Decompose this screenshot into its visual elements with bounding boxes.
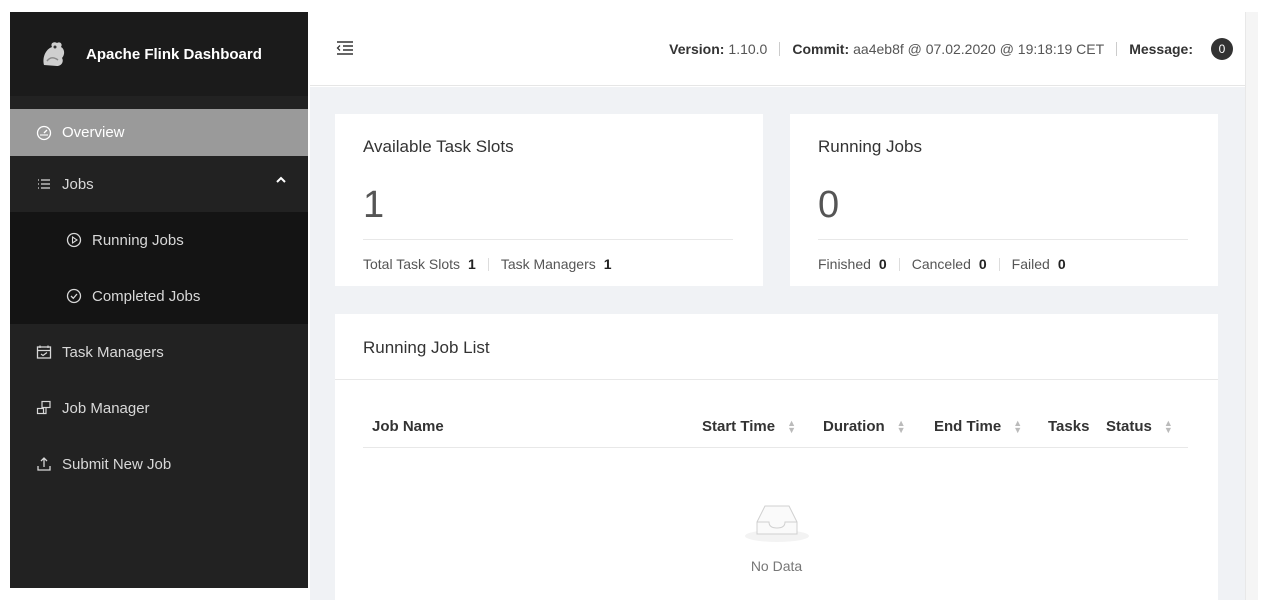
sidebar-item-label: Submit New Job (62, 455, 172, 473)
card-title: Available Task Slots (363, 137, 514, 156)
available-slots-value: 1 (363, 184, 385, 226)
running-jobs-card: Running Jobs 0 Finished 0 Canceled 0 Fai… (790, 114, 1218, 286)
failed-value: 0 (1057, 256, 1066, 272)
divider (898, 257, 900, 271)
sidebar-item-label: Overview (62, 124, 125, 141)
column-header-tasks: Tasks (1048, 418, 1089, 435)
sidebar-item-overview[interactable]: Overview (10, 109, 308, 156)
commit-value: aa4eb8f @ 07.02.2020 @ 19:18:19 CET (853, 41, 1105, 57)
divider (363, 239, 733, 240)
play-circle-icon (66, 232, 82, 248)
chevron-up-icon[interactable] (276, 176, 286, 184)
sidebar-item-label: Job Manager (62, 399, 150, 417)
finished-label: Finished (818, 256, 871, 272)
list-icon (38, 179, 50, 189)
divider (998, 257, 1000, 271)
task-managers-value: 1 (603, 256, 612, 272)
column-label: Tasks (1048, 418, 1090, 435)
column-label: Job Name (372, 418, 444, 435)
check-circle-icon (66, 288, 82, 304)
jobs-submenu: Running Jobs Completed Jobs (10, 212, 308, 324)
running-jobs-value: 0 (818, 184, 840, 226)
total-task-slots-label: Total Task Slots (363, 256, 461, 272)
divider (779, 42, 781, 56)
table-header: Job Name Start Time ▲ ▼ Duration ▲ ▼ End T… (363, 410, 1188, 448)
sidebar-item-label: Running Jobs (92, 231, 184, 249)
cluster-icon (36, 400, 51, 415)
column-label: Status (1106, 418, 1152, 435)
message-count-badge[interactable]: 0 (1211, 38, 1233, 60)
empty-state: No Data (335, 494, 1218, 574)
sort-icon[interactable]: ▲ ▼ (897, 418, 906, 434)
menu-fold-icon[interactable] (336, 40, 354, 56)
sidebar: Apache Flink Dashboard Overview Jobs Run… (10, 12, 308, 588)
column-header-start-time[interactable]: Start Time ▲ ▼ (702, 418, 796, 435)
sort-icon[interactable]: ▲ ▼ (787, 418, 796, 434)
running-job-list-card: Running Job List Job Name Start Time ▲ ▼ … (335, 314, 1218, 600)
divider (487, 257, 489, 271)
finished-value: 0 (878, 256, 887, 272)
canceled-value: 0 (978, 256, 987, 272)
column-label: Duration (823, 418, 885, 435)
sidebar-item-label: Task Managers (62, 343, 164, 361)
sort-icon[interactable]: ▲ ▼ (1013, 418, 1022, 434)
sidebar-item-jobs[interactable]: Jobs (10, 156, 308, 212)
app-title: Apache Flink Dashboard (86, 45, 262, 63)
column-header-job-name: Job Name (372, 418, 444, 435)
sidebar-item-completed-jobs[interactable]: Completed Jobs (10, 268, 308, 324)
dashboard-icon (36, 125, 52, 140)
card-title: Running Jobs (818, 137, 922, 156)
sidebar-item-label: Jobs (62, 175, 94, 193)
empty-state-text: No Data (750, 558, 803, 574)
sidebar-item-submit-new-job[interactable]: Submit New Job (10, 436, 308, 492)
brand[interactable]: Apache Flink Dashboard (10, 12, 308, 96)
sidebar-item-job-manager[interactable]: Job Manager (10, 380, 308, 436)
sort-icon[interactable]: ▲ ▼ (1164, 418, 1173, 434)
header-info: Version: 1.10.0 Commit: aa4eb8f @ 07.02.… (669, 12, 1233, 86)
card-footer: Total Task Slots 1 Task Managers 1 (363, 256, 612, 272)
card-title: Running Job List (363, 338, 490, 357)
canceled-label: Canceled (911, 256, 971, 272)
sidebar-item-label: Completed Jobs (92, 287, 201, 305)
column-header-duration[interactable]: Duration ▲ ▼ (823, 418, 906, 435)
column-label: End Time (934, 418, 1002, 435)
failed-label: Failed (1011, 256, 1050, 272)
total-task-slots-value: 1 (468, 256, 476, 272)
sidebar-item-running-jobs[interactable]: Running Jobs (10, 212, 308, 268)
commit-label: Commit: (792, 41, 850, 57)
schedule-icon (36, 345, 52, 359)
divider (818, 239, 1188, 240)
scrollbar[interactable] (1245, 12, 1258, 600)
column-header-end-time[interactable]: End Time ▲ ▼ (934, 418, 1022, 435)
message-label[interactable]: Message: (1129, 41, 1193, 57)
version-label: Version: (669, 41, 725, 57)
upload-icon (37, 457, 51, 471)
sidebar-item-task-managers[interactable]: Task Managers (10, 324, 308, 380)
empty-inbox-icon (744, 505, 809, 542)
card-footer: Finished 0 Canceled 0 Failed 0 (818, 256, 1066, 272)
version-value: 1.10.0 (728, 41, 768, 57)
divider (335, 379, 1218, 380)
divider (1116, 42, 1118, 56)
sidebar-menu: Overview Jobs Running Jobs Completed Job… (10, 109, 308, 492)
column-header-status[interactable]: Status ▲ ▼ (1106, 418, 1173, 435)
column-label: Start Time (702, 418, 776, 435)
squirrel-logo-icon (43, 42, 65, 66)
task-managers-label: Task Managers (500, 256, 596, 272)
top-header: Version: 1.10.0 Commit: aa4eb8f @ 07.02.… (310, 12, 1245, 86)
available-task-slots-card: Available Task Slots 1 Total Task Slots … (335, 114, 763, 286)
